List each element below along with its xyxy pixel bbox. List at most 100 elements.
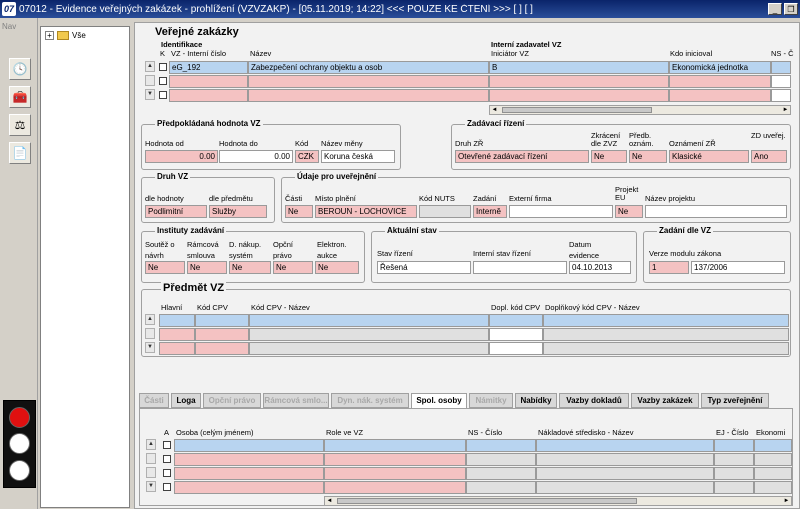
kdo-cell[interactable] — [669, 89, 771, 102]
casti-field[interactable]: Ne — [285, 205, 313, 218]
dopl-kod-cell[interactable] — [489, 314, 543, 327]
kod-cpv-cell[interactable] — [195, 342, 249, 355]
ns-cislo-cell[interactable] — [466, 439, 536, 452]
nakl-cell[interactable] — [536, 467, 714, 480]
role-cell[interactable] — [324, 453, 466, 466]
row-checkbox[interactable] — [163, 469, 171, 477]
nakl-cell[interactable] — [536, 453, 714, 466]
ns-cislo-cell[interactable] — [466, 467, 536, 480]
nazev-projektu-field[interactable] — [645, 205, 787, 218]
nav-toggle[interactable]: Nav — [0, 18, 37, 35]
tab-5[interactable]: Spol. osoby — [411, 393, 467, 409]
tab-3[interactable]: Rámcová smlo... — [263, 393, 329, 408]
ekon-cell[interactable] — [754, 439, 792, 452]
tab-6[interactable]: Námitky — [469, 393, 513, 408]
kod-cpv-cell[interactable] — [195, 328, 249, 341]
nuts-field[interactable] — [419, 205, 471, 218]
ekon-cell[interactable] — [754, 481, 792, 494]
ns-cell[interactable] — [771, 75, 791, 88]
tab-10[interactable]: Typ zveřejnění — [701, 393, 769, 408]
kdo-cell[interactable]: Ekonomická jednotka — [669, 61, 771, 74]
toolbox-icon[interactable]: 🧰 — [9, 86, 31, 108]
hlavni-cell[interactable] — [159, 342, 195, 355]
zakon-field[interactable]: 137/2006 — [691, 261, 785, 274]
zkraceni-field[interactable]: Ne — [591, 150, 627, 163]
scroll-up-icon[interactable]: ▲ — [146, 439, 156, 450]
dopl-nazev-cell[interactable] — [543, 342, 789, 355]
ej-cell[interactable] — [714, 481, 754, 494]
role-cell[interactable] — [324, 481, 466, 494]
ns-cell[interactable] — [771, 61, 791, 74]
iniciator-cell[interactable] — [489, 89, 669, 102]
osoba-cell[interactable] — [174, 481, 324, 494]
osoby-hscrollbar[interactable]: ◄ ► — [324, 496, 792, 506]
row-checkbox[interactable] — [163, 441, 171, 449]
datum-field[interactable]: 04.10.2013 — [569, 261, 631, 274]
nazev-cell[interactable]: Zabezpečení ochrany objektu a osob — [248, 61, 489, 74]
ns-cell[interactable] — [771, 89, 791, 102]
ej-cell[interactable] — [714, 439, 754, 452]
nakl-cell[interactable] — [536, 439, 714, 452]
row-checkbox[interactable] — [159, 63, 167, 71]
scroll-up-icon[interactable]: ▲ — [145, 61, 155, 72]
verze-field[interactable]: 1 — [649, 261, 689, 274]
nazev-meny-field[interactable]: Koruna česká — [321, 150, 395, 163]
dopl-nazev-cell[interactable] — [543, 314, 789, 327]
dle-predmetu-field[interactable]: Služby — [209, 205, 267, 218]
ej-cell[interactable] — [714, 453, 754, 466]
tab-8[interactable]: Vazby dokladů — [559, 393, 629, 408]
scroll-up-icon[interactable]: ▲ — [145, 314, 155, 325]
kod-cpv-cell[interactable] — [195, 314, 249, 327]
row-checkbox[interactable] — [163, 483, 171, 491]
kod-cpv-nazev-cell[interactable] — [249, 342, 489, 355]
nazev-cell[interactable] — [248, 89, 489, 102]
expand-icon[interactable]: + — [45, 31, 54, 40]
ekon-cell[interactable] — [754, 467, 792, 480]
zd-field[interactable]: Ano — [751, 150, 787, 163]
osoba-cell[interactable] — [174, 467, 324, 480]
minimize-button[interactable]: _ — [768, 3, 782, 15]
document-icon[interactable]: 📄 — [9, 142, 31, 164]
tab-4[interactable]: Dyn. nák. systém — [331, 393, 409, 408]
row-checkbox[interactable] — [163, 455, 171, 463]
iniciator-cell[interactable]: B — [489, 61, 669, 74]
hodnota-od-field[interactable]: 0.00 — [145, 150, 218, 163]
restore-button[interactable]: ❐ — [784, 3, 798, 15]
iniciator-cell[interactable] — [489, 75, 669, 88]
nakl-cell[interactable] — [536, 481, 714, 494]
role-cell[interactable] — [324, 439, 466, 452]
clock-icon[interactable]: 🕓 — [9, 58, 31, 80]
tab-0[interactable]: Části — [139, 393, 169, 408]
vz-cell[interactable] — [169, 75, 248, 88]
vz-cell[interactable] — [169, 89, 248, 102]
dle-hodnoty-field[interactable]: Podlimitní — [145, 205, 207, 218]
stav-field[interactable]: Řešená — [377, 261, 471, 274]
scroll-down-icon[interactable]: ▼ — [145, 89, 155, 100]
hodnota-do-field[interactable]: 0.00 — [219, 150, 293, 163]
osoba-cell[interactable] — [174, 439, 324, 452]
kod-cpv-nazev-cell[interactable] — [249, 328, 489, 341]
hlavni-cell[interactable] — [159, 314, 195, 327]
scales-icon[interactable]: ⚖ — [9, 114, 31, 136]
ej-cell[interactable] — [714, 467, 754, 480]
tab-9[interactable]: Vazby zakázek — [631, 393, 699, 408]
scroll-thumb[interactable] — [337, 498, 637, 504]
ramcova-field[interactable]: Ne — [187, 261, 227, 274]
misto-field[interactable]: BEROUN - LOCHOVICE — [315, 205, 417, 218]
role-cell[interactable] — [324, 467, 466, 480]
tab-7[interactable]: Nabídky — [515, 393, 557, 408]
dopl-nazev-cell[interactable] — [543, 328, 789, 341]
tree-item-root[interactable]: + Vše — [45, 31, 125, 40]
soutez-field[interactable]: Ne — [145, 261, 185, 274]
firma-field[interactable] — [509, 205, 613, 218]
dopl-kod-cell[interactable] — [489, 328, 543, 341]
scroll-thumb[interactable] — [502, 107, 652, 113]
scroll-down-icon[interactable]: ▼ — [146, 481, 156, 492]
scroll-left-icon[interactable]: ◄ — [325, 497, 334, 505]
row-checkbox[interactable] — [159, 77, 167, 85]
scroll-down-icon[interactable]: ▼ — [145, 342, 155, 353]
dopl-kod-cell[interactable] — [489, 342, 543, 355]
ns-cislo-cell[interactable] — [466, 453, 536, 466]
predb-field[interactable]: Ne — [629, 150, 667, 163]
tab-2[interactable]: Opční právo — [203, 393, 261, 408]
